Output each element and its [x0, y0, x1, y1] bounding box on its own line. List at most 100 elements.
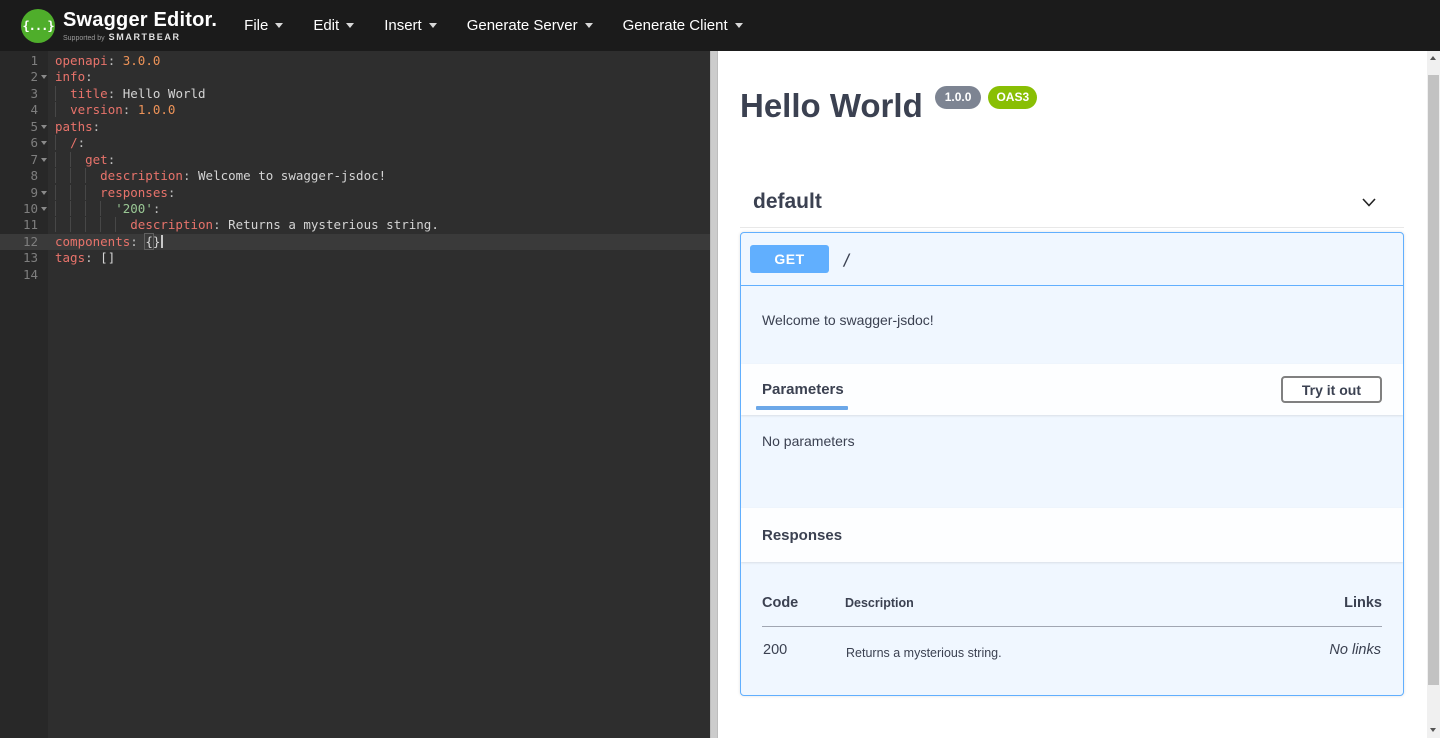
- code-line-12: 12 components: {}: [0, 234, 710, 250]
- header-description: Description: [845, 582, 1246, 627]
- menu-item-generate-client[interactable]: Generate Client: [608, 0, 758, 51]
- responses-title: Responses: [762, 527, 842, 544]
- menu-caret-icon: [346, 23, 354, 28]
- tab-parameters[interactable]: Parameters: [762, 381, 844, 398]
- tagline-brand: SMARTBEAR: [109, 32, 181, 42]
- code-line-14: 14: [0, 267, 710, 283]
- tag-section-default[interactable]: default: [740, 190, 1404, 228]
- fold-caret-icon[interactable]: [41, 75, 47, 79]
- code-line-8: 8 description: Welcome to swagger-jsdoc!: [0, 168, 710, 184]
- code-text: paths:: [55, 119, 100, 135]
- line-number: 3: [0, 86, 38, 102]
- line-number: 9: [0, 185, 38, 201]
- code-text: description: Returns a mysterious string…: [55, 217, 439, 233]
- code-line-7: 7 get:: [0, 152, 710, 168]
- code-text: title: Hello World: [55, 86, 206, 102]
- code-line-10: 10 '200':: [0, 201, 710, 217]
- code-line-5: 5 paths:: [0, 119, 710, 135]
- pane-splitter[interactable]: [710, 51, 718, 738]
- response-description: Returns a mysterious string.: [845, 627, 1246, 662]
- braces-icon: {...}: [22, 19, 53, 33]
- menu-label: Generate Client: [623, 17, 728, 34]
- swagger-logo-icon: {...}: [21, 9, 55, 43]
- scrollbar-thumb[interactable]: [1428, 75, 1439, 685]
- code-text: components: {}: [55, 234, 163, 250]
- code-text: openapi: 3.0.0: [55, 53, 160, 69]
- responses-table-header-row: Code Description Links: [762, 582, 1382, 627]
- code-line-11: 11 description: Returns a mysterious str…: [0, 217, 710, 233]
- fold-caret-icon[interactable]: [41, 158, 47, 162]
- scroll-down-arrow-icon[interactable]: [1430, 728, 1436, 732]
- code-line-2: 2 info:: [0, 69, 710, 85]
- code-line-3: 3 title: Hello World: [0, 86, 710, 102]
- swagger-ui-preview: Hello World 1.0.0 OAS3 default GET /: [718, 51, 1440, 738]
- code-lines: 1openapi: 3.0.02info:3 title: Hello Worl…: [0, 53, 710, 283]
- swagger-editor-logo[interactable]: {...} Swagger Editor. Supported by SMART…: [21, 9, 217, 43]
- menu-label: Edit: [313, 17, 339, 34]
- brand-title: Swagger Editor.: [63, 9, 217, 31]
- line-number: 6: [0, 135, 38, 151]
- responses-table: Code Description Links 200Returns a myst…: [762, 582, 1382, 661]
- tag-name: default: [753, 190, 822, 213]
- operation-description: Welcome to swagger-jsdoc!: [741, 286, 1403, 364]
- line-number: 14: [0, 267, 38, 283]
- operation-path: /: [842, 250, 852, 269]
- api-info-header: Hello World 1.0.0 OAS3: [740, 86, 1404, 126]
- brand-tagline: Supported by SMARTBEAR: [63, 32, 217, 42]
- line-number: 4: [0, 102, 38, 118]
- code-line-1: 1openapi: 3.0.0: [0, 53, 710, 69]
- line-number: 11: [0, 217, 38, 233]
- topbar: {...} Swagger Editor. Supported by SMART…: [0, 0, 1440, 51]
- header-links: Links: [1246, 582, 1382, 627]
- preview-content: Hello World 1.0.0 OAS3 default GET /: [740, 51, 1404, 696]
- api-badges: 1.0.0 OAS3: [935, 86, 1037, 109]
- code-text: description: Welcome to swagger-jsdoc!: [55, 168, 386, 184]
- response-code: 200: [762, 627, 845, 662]
- code-text: responses:: [55, 185, 175, 201]
- fold-caret-icon[interactable]: [41, 207, 47, 211]
- menu-caret-icon: [585, 23, 593, 28]
- code-text: version: 1.0.0: [55, 102, 175, 118]
- preview-scrollbar: [1427, 51, 1440, 738]
- no-parameters-message: No parameters: [741, 415, 1403, 508]
- try-it-out-button[interactable]: Try it out: [1281, 376, 1382, 403]
- brand-text: Swagger Editor. Supported by SMARTBEAR: [63, 9, 217, 42]
- active-tab-indicator: [756, 406, 848, 410]
- code-text: /:: [55, 135, 85, 151]
- code-text: get:: [55, 152, 115, 168]
- menu-caret-icon: [275, 23, 283, 28]
- parameters-header: Parameters Try it out: [741, 364, 1403, 415]
- line-number: 13: [0, 250, 38, 266]
- http-method-badge: GET: [750, 245, 829, 273]
- code-line-13: 13tags: []: [0, 250, 710, 266]
- line-number: 2: [0, 69, 38, 85]
- line-number: 7: [0, 152, 38, 168]
- menu-label: File: [244, 17, 268, 34]
- code-text: '200':: [55, 201, 160, 217]
- menu-item-insert[interactable]: Insert: [369, 0, 452, 51]
- responses-table-wrapper: Code Description Links 200Returns a myst…: [741, 562, 1403, 695]
- line-number: 5: [0, 119, 38, 135]
- response-row: 200Returns a mysterious string.No links: [762, 627, 1382, 662]
- scroll-up-arrow-icon[interactable]: [1430, 56, 1436, 60]
- collapse-chevron-icon[interactable]: [1358, 191, 1380, 213]
- menu-item-generate-server[interactable]: Generate Server: [452, 0, 608, 51]
- code-text: info:: [55, 69, 93, 85]
- line-number: 12: [0, 234, 38, 250]
- menu-caret-icon: [735, 23, 743, 28]
- menu-item-file[interactable]: File: [229, 0, 298, 51]
- line-number: 10: [0, 201, 38, 217]
- fold-caret-icon[interactable]: [41, 125, 47, 129]
- chevron-down-icon: [1359, 192, 1379, 212]
- fold-caret-icon[interactable]: [41, 191, 47, 195]
- opblock-summary[interactable]: GET /: [741, 233, 1403, 286]
- menu-item-edit[interactable]: Edit: [298, 0, 369, 51]
- text-cursor: [161, 235, 163, 248]
- opblock-get: GET / Welcome to swagger-jsdoc! Paramete…: [740, 232, 1404, 696]
- fold-caret-icon[interactable]: [41, 141, 47, 145]
- yaml-editor[interactable]: 1openapi: 3.0.02info:3 title: Hello Worl…: [0, 51, 710, 738]
- tagline-prefix: Supported by: [63, 35, 105, 42]
- menu-caret-icon: [429, 23, 437, 28]
- main-split: 1openapi: 3.0.02info:3 title: Hello Worl…: [0, 51, 1440, 738]
- code-line-9: 9 responses:: [0, 185, 710, 201]
